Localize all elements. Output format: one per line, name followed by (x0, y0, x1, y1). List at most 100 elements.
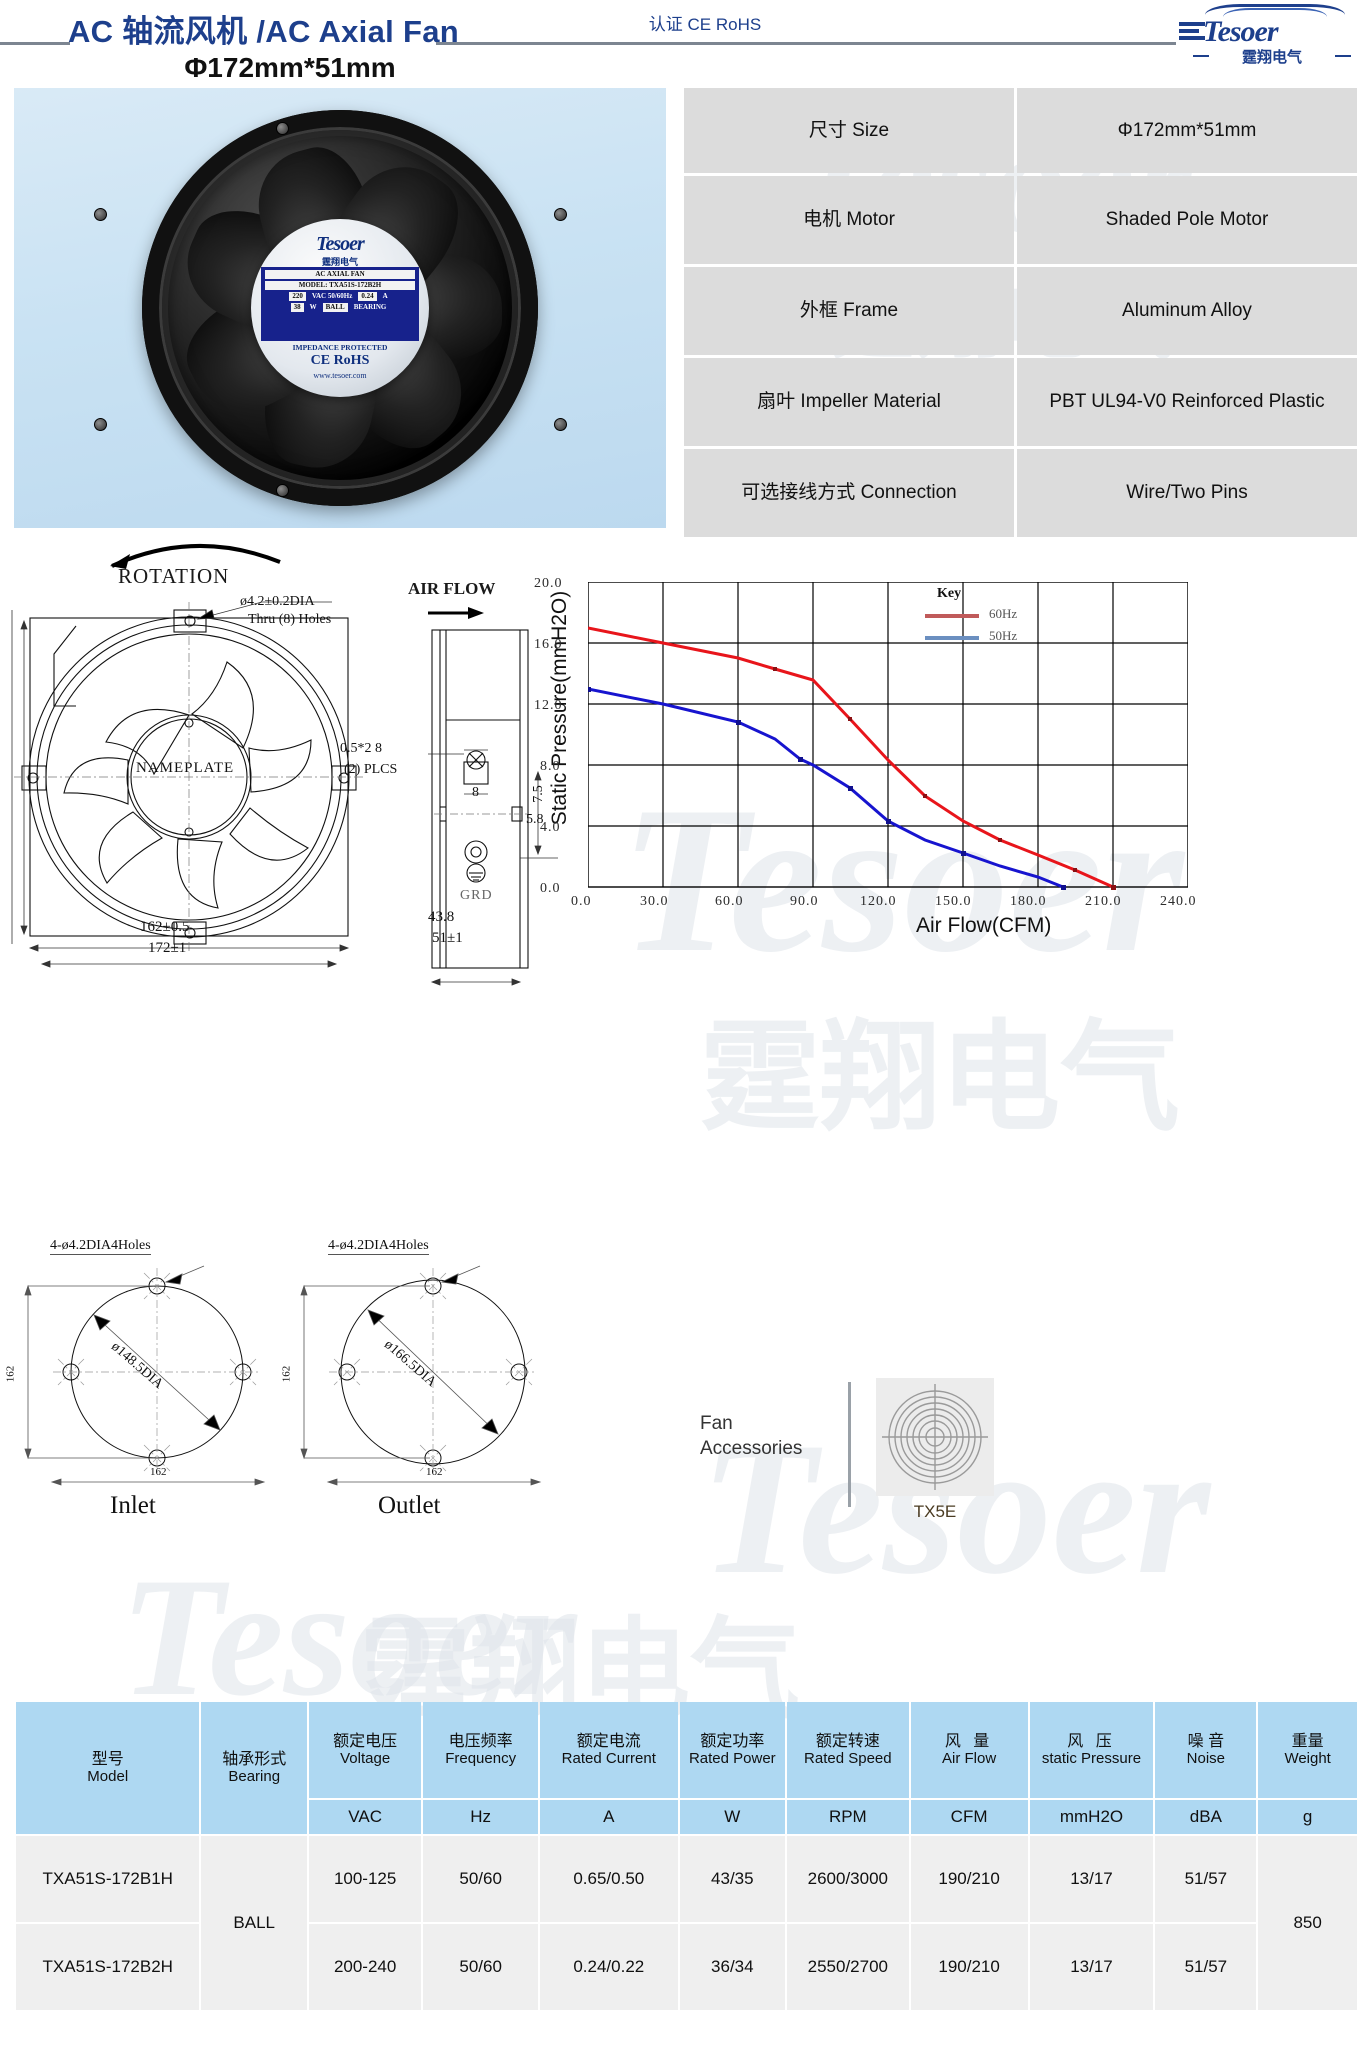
accessories-label-line2: Accessories (700, 1437, 803, 1459)
header-weight: 重量 Weight (1258, 1702, 1357, 1798)
spec-value: Wire/Two Pins (1017, 449, 1357, 537)
header-weight-cn: 重量 (1291, 1732, 1324, 1750)
header-power-en: Rated Power (688, 1749, 776, 1767)
hole-note-diameter: ø4.2±0.2DIA (240, 594, 315, 609)
nameplate-brand: Tesoer (316, 233, 365, 255)
header-rule-right (436, 42, 1176, 45)
unit-noise: dBA (1155, 1800, 1257, 1834)
cell-voltage: 200-240 (308, 1924, 422, 2010)
watermark-brand-cn-mid: 霆翔电气 (700, 1012, 1180, 1145)
airflow-label: AIR FLOW (408, 579, 496, 598)
grd-label: GRD (460, 888, 493, 903)
chart-x-tick: 150.0 (935, 894, 972, 909)
header-speed-en: Rated Speed (804, 1749, 892, 1767)
outlet-dim-vertical: 162 (280, 1365, 293, 1383)
accessories-label-line1: Fan (700, 1413, 733, 1434)
side-dim-43-8: 43.8 (428, 909, 455, 925)
unit-current: A (539, 1800, 678, 1834)
table-header-row: 型号 Model 轴承形式 Bearing 额定电压 Voltage 电压频率 … (16, 1702, 1357, 1834)
side-note-places: (2) PLCS (344, 762, 398, 777)
chart-legend: Key 60Hz 50Hz (919, 586, 1069, 650)
rotation-label: ROTATION (118, 564, 230, 588)
mount-screw (276, 484, 289, 497)
fan-nameplate: Tesoer 霆翔电气 AC AXIAL FAN MODEL: TXA51S-1… (251, 219, 429, 397)
accessories-label: Fan Accessories (700, 1412, 830, 1461)
cell-airflow: 190/210 (910, 1836, 1028, 1922)
legend-swatch-50hz (925, 636, 979, 640)
nameplate-certification-marks: CE RoHS (310, 353, 370, 368)
specification-table: 尺寸 Size Φ172mm*51mm 电机 Motor Shaded Pole… (684, 88, 1357, 537)
unit-voltage: VAC (308, 1800, 422, 1834)
accessory-name: TX5E (913, 1502, 957, 1521)
accessory-thumbnail (876, 1378, 994, 1496)
company-logo: Tesoer 霆翔电气 (1171, 2, 1361, 68)
unit-weight: g (1258, 1800, 1357, 1834)
cell-current: 0.24/0.22 (539, 1924, 678, 2010)
cell-frequency: 50/60 (423, 1836, 538, 1922)
nameplate-url: www.tesoer.com (313, 371, 367, 380)
chart-x-tick: 0.0 (571, 894, 592, 909)
chart-y-tick: 12.0 (534, 698, 563, 713)
cell-pressure: 13/17 (1029, 1836, 1154, 1922)
chart-x-axis-title: Air Flow(CFM) (916, 914, 1052, 937)
spec-key: 尺寸 Size (684, 88, 1014, 173)
header-noise-cn: 噪 音 (1187, 1732, 1225, 1750)
chart-x-tick: 240.0 (1160, 894, 1197, 909)
chart-x-tick: 120.0 (860, 894, 897, 909)
header-noise-en: Noise (1186, 1749, 1226, 1767)
header-model-cn: 型号 (91, 1750, 124, 1768)
header-model-en: Model (87, 1767, 129, 1785)
spec-row: 扇叶 Impeller Material PBT UL94-V0 Reinfor… (684, 358, 1357, 446)
cell-noise: 51/57 (1155, 1836, 1257, 1922)
inlet-dim-horizontal: 162 (150, 1466, 167, 1478)
chart-x-tick: 210.0 (1085, 894, 1122, 909)
logo-bars-icon (1179, 22, 1205, 44)
model-specification-table: 型号 Model 轴承形式 Bearing 额定电压 Voltage 电压频率 … (14, 1700, 1359, 2012)
chart-plot-area (588, 582, 1188, 890)
inlet-outlet-drawings: 4-ø4.2DIA4Holes ø148.5DIA 162 162 Inlet (0, 1238, 680, 1528)
chart-x-tick: 60.0 (715, 894, 744, 909)
front-view-drawing (11, 601, 366, 968)
header-model: 型号 Model (16, 1702, 200, 1834)
accessories-divider (848, 1382, 851, 1507)
legend-label-60hz: 60Hz (989, 606, 1018, 621)
nameplate-power-unit: W (309, 303, 317, 311)
side-dim-51: 51±1 (432, 930, 463, 946)
legend-swatch-60hz (925, 614, 979, 618)
chart-x-tick: 180.0 (1010, 894, 1047, 909)
table-row: TXA51S-172B1H BALL 100-125 50/60 0.65/0.… (16, 1836, 1357, 2010)
header-pressure-en: static Pressure (1041, 1749, 1142, 1767)
header-current-en: Rated Current (561, 1749, 656, 1767)
inlet-dim-vertical: 162 (4, 1365, 17, 1383)
spec-value: Aluminum Alloy (1017, 267, 1357, 355)
nameplate-spec-block: AC AXIAL FAN MODEL: TXA51S-172B2H 220 VA… (261, 267, 419, 341)
page-title: AC 轴流风机 /AC Axial Fan (68, 14, 459, 49)
header-bearing-en: Bearing (228, 1767, 281, 1785)
cell-model: TXA51S-172B1H (16, 1836, 200, 1922)
unit-speed: RPM (787, 1800, 909, 1834)
header-current-cn: 额定电流 (576, 1732, 641, 1750)
cell-power: 36/34 (679, 1924, 786, 2010)
header-voltage-en: Voltage (340, 1749, 391, 1767)
unit-power: W (679, 1800, 786, 1834)
model-table: 型号 Model 轴承形式 Bearing 额定电压 Voltage 电压频率 … (14, 1700, 1359, 2012)
spec-value: PBT UL94-V0 Reinforced Plastic (1017, 358, 1357, 446)
nameplate-current-unit: A (382, 292, 388, 300)
header-airflow-cn: 风 量 (944, 1732, 994, 1750)
header-frequency: 电压频率 Frequency (423, 1702, 538, 1798)
chart-legend-title: Key (937, 586, 962, 601)
header-noise: 噪 音 Noise (1155, 1702, 1257, 1798)
outlet-caption: Outlet (378, 1492, 441, 1519)
chart-y-tick: 0.0 (540, 881, 561, 896)
dimension-height: 162±0.5 (0, 742, 3, 790)
spec-value: Shaded Pole Motor (1017, 176, 1357, 264)
header-current: 额定电流 Rated Current (539, 1702, 678, 1798)
nameplate-bearing-word: BEARING (353, 303, 387, 311)
side-note-size: 0.5*2 8 (340, 741, 382, 756)
product-photo: Tesoer 霆翔电气 AC AXIAL FAN MODEL: TXA51S-1… (14, 88, 666, 528)
header-power: 额定功率 Rated Power (679, 1702, 786, 1798)
spec-key: 可选接线方式 Connection (684, 449, 1014, 537)
nameplate-bearing: BALL (322, 303, 348, 312)
chart-x-tick: 90.0 (790, 894, 819, 909)
spec-key: 扇叶 Impeller Material (684, 358, 1014, 446)
